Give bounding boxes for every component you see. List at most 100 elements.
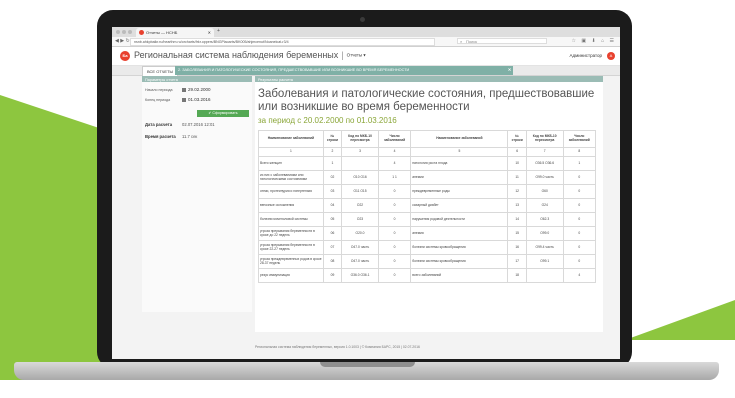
table-cell: 03 [322, 184, 343, 199]
table-cell: O23 [341, 212, 379, 227]
table-cell: 4 [377, 156, 412, 171]
logo-icon: Ба [120, 51, 130, 61]
table-cell: 1 1 [377, 170, 412, 185]
table-cell: O10 O16 [341, 170, 379, 185]
table-cell: из них с заболеваниями или патологически… [258, 170, 324, 185]
footer: Региональная система наблюдения беременн… [255, 345, 420, 349]
tab-active-report[interactable]: 2. ЗАБОЛЕВАНИЯ И ПАТОЛОГИЧЕСКИЕ СОСТОЯНИ… [175, 66, 513, 75]
column-number: 8 [562, 147, 597, 157]
toolbar-icons[interactable]: ☆ ▣ ⬇ ⌂ ☰ [572, 38, 616, 44]
column-number: 3 [341, 147, 379, 157]
table-cell: 0 [377, 254, 412, 269]
table-cell: O60 [525, 184, 564, 199]
report-title: Заболевания и патологические состояния, … [258, 88, 595, 113]
column-number: 7 [525, 147, 564, 157]
table-cell: 0 [562, 184, 597, 199]
close-icon[interactable]: ✕ [508, 66, 511, 75]
table-cell: O99.4 часть [525, 240, 564, 255]
table-cell: 0 [562, 254, 597, 269]
column-header: Код по МКБ-10 пересмотра [525, 130, 564, 148]
table-cell: O99.0 [525, 226, 564, 241]
url-input[interactable]: nsnb.ahkpbaikr.ru/hearthm.ru/orcharts/fr… [130, 38, 435, 46]
app-header: Ба Региональная система наблюдения берем… [112, 47, 620, 66]
table-cell: O22 [341, 198, 379, 213]
calc-time-label: Время расчета [145, 134, 176, 139]
table-cell: болезни системы кровообращения [410, 254, 509, 269]
table-cell: анемии [410, 170, 509, 185]
user-menu[interactable]: Администратор [570, 53, 602, 58]
table-cell: 10 [507, 156, 527, 171]
table-cell: 0 [562, 226, 597, 241]
new-tab-button[interactable]: + [217, 28, 220, 34]
table-cell: 08 [322, 254, 343, 269]
table-cell: 11 [507, 170, 527, 185]
reports-menu[interactable]: Отчеты ▾ [347, 53, 366, 58]
table-row: Всего женщин 1 4 патология роста плода 10 O36… [258, 156, 597, 171]
table-cell [341, 156, 379, 171]
search-icon: ⌕ [460, 39, 463, 44]
table-cell: всего заболеваний [410, 268, 509, 283]
table-cell: нарушения родовой деятельности [410, 212, 509, 227]
address-bar-row: ◀ ▶ ↻ nsnb.ahkpbaikr.ru/hearthm.ru/orcha… [112, 37, 620, 47]
table-cell: O20.0 [341, 226, 379, 241]
table-cell: 1 [322, 156, 343, 171]
column-number: 1 [258, 147, 324, 157]
browser-tab-strip: Отчеты — НСНБ ✕ + [112, 27, 620, 37]
table-cell: венозные осложнения [258, 198, 324, 213]
table-cell: 13 [507, 198, 527, 213]
table-cell: O99.0 часть [525, 170, 564, 185]
table-cell: O24 [525, 198, 564, 213]
user-avatar[interactable]: А [607, 52, 615, 60]
calc-date-label: Дата расчета [145, 122, 173, 127]
column-header: № строки [507, 130, 527, 148]
table-cell: патология роста плода [410, 156, 509, 171]
table-cell: O36.0 O36.1 [341, 268, 379, 283]
report-tabs: ВСЕ ОТЧЕТЫ 2. ЗАБОЛЕВАНИЯ И ПАТОЛОГИЧЕСК… [112, 66, 620, 76]
calendar-icon [182, 97, 186, 102]
table-row: отеки, протеинурия и гипертензия 03 O11 O1… [258, 184, 597, 199]
table-cell: 0 [377, 184, 412, 199]
report-table: Наименование заболеваний № строки Код по М… [258, 130, 597, 283]
table-cell: угроза преждевременных родов в сроке 28-… [258, 254, 324, 269]
column-number: 5 [410, 147, 509, 157]
to-date-input[interactable]: 01.03.2016 [182, 97, 211, 102]
parameters-panel: Начало периода 29.02.2000 Конец периода … [142, 82, 252, 312]
table-cell: 0 [377, 240, 412, 255]
table-cell: угроза прерывания беременности в сроке 2… [258, 240, 324, 255]
column-number: 4 [377, 147, 412, 157]
column-number: 6 [507, 147, 527, 157]
table-cell: 14 [507, 212, 527, 227]
from-label: Начало периода [145, 88, 173, 92]
table-cell: O36.5 O36.6 [525, 156, 564, 171]
table-cell: 0 [377, 198, 412, 213]
calc-date-value: 02.07.2016 12:01 [182, 122, 215, 127]
nav-arrows-icon[interactable]: ◀ ▶ ↻ [115, 38, 130, 44]
browser-tab[interactable]: Отчеты — НСНБ ✕ [136, 28, 214, 37]
to-label: Конец периода [145, 98, 171, 102]
calc-time-value: 11.7 сек [182, 134, 198, 139]
table-cell: сахарный диабет [410, 198, 509, 213]
close-icon[interactable]: ✕ [208, 28, 211, 37]
table-cell: O11 O15 [341, 184, 379, 199]
table-cell: преждевременные роды [410, 184, 509, 199]
generate-button[interactable]: ✔ Сформировать [197, 110, 249, 117]
table-row: угроза прерывания беременности в сроке д… [258, 226, 597, 241]
table-cell: 0 [377, 212, 412, 227]
table-cell: 1 [562, 156, 597, 171]
table-cell: 0 [377, 226, 412, 241]
browser-tab-title: Отчеты — НСНБ [146, 30, 178, 35]
tab-all-reports[interactable]: ВСЕ ОТЧЕТЫ [142, 66, 179, 76]
table-cell: 02 [322, 170, 343, 185]
report-content: Заболевания и патологические состояния, … [255, 82, 603, 332]
table-cell: 07 [322, 240, 343, 255]
window-controls[interactable] [116, 30, 132, 34]
browser-search-input[interactable]: ⌕ Поиск [457, 38, 547, 44]
table-cell: 4 [562, 268, 597, 283]
table-cell: O62.3 [525, 212, 564, 227]
calendar-icon [182, 87, 186, 92]
table-cell: 0 [562, 212, 597, 227]
table-cell: анемия [410, 226, 509, 241]
table-cell: 16 [507, 240, 527, 255]
table-row: угроза преждевременных родов в сроке 28-… [258, 254, 597, 269]
from-date-input[interactable]: 29.02.2000 [182, 87, 211, 92]
